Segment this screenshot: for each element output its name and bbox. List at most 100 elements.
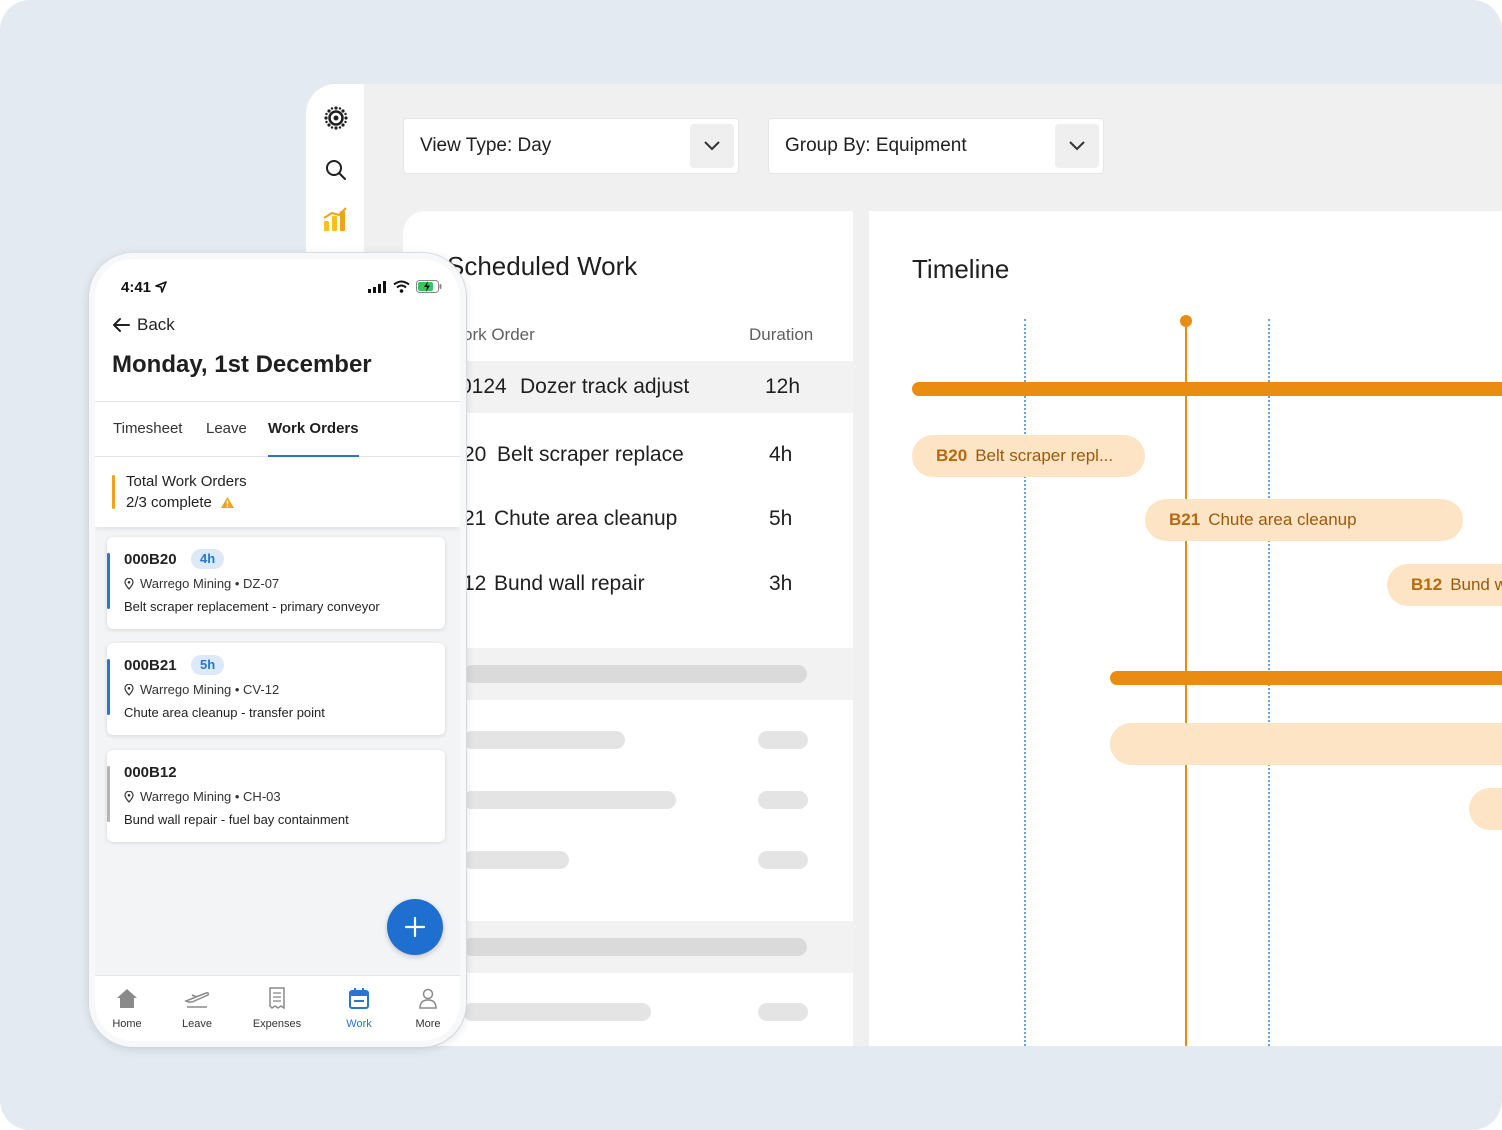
- timeline-item-id: B20: [936, 446, 968, 465]
- timeline-placeholder-pill: [1469, 788, 1502, 830]
- back-label: Back: [137, 315, 175, 334]
- summary-status: 2/3 complete: [126, 494, 235, 511]
- skeleton-bar: [758, 1003, 808, 1021]
- timeline-item-desc: Belt scraper repl...: [975, 446, 1114, 465]
- card-location: Warrego Mining • DZ-07: [124, 576, 279, 591]
- timeline-item-b21[interactable]: B21 Chute area cleanup: [1145, 499, 1463, 541]
- work-order-column-header: ork Order: [463, 325, 535, 344]
- current-time-marker: [1180, 315, 1192, 327]
- nav-label: Leave: [182, 1018, 212, 1030]
- card-description: Belt scraper replacement - primary conve…: [124, 599, 380, 614]
- card-accent: [107, 553, 110, 609]
- wifi-icon: [393, 280, 410, 293]
- tab-leave[interactable]: Leave: [206, 420, 247, 437]
- card-id: 000B20: [124, 551, 177, 568]
- arrow-left-icon: [113, 318, 130, 332]
- work-order-duration: 3h: [769, 572, 793, 595]
- card-accent: [107, 659, 110, 715]
- work-order-id: 0124: [460, 375, 507, 398]
- card-location: Warrego Mining • CV-12: [124, 682, 279, 697]
- summary-status-text: 2/3 complete: [126, 494, 212, 511]
- card-location-text: Warrego Mining • CV-12: [140, 682, 280, 697]
- timeline-placeholder-pill: [1110, 723, 1502, 765]
- tab-work-orders[interactable]: Work Orders: [268, 420, 359, 437]
- card-description: Chute area cleanup - transfer point: [124, 705, 325, 720]
- phone-tab-bar: Timesheet Leave Work Orders: [95, 401, 460, 458]
- work-order-duration: 5h: [769, 507, 793, 530]
- work-order-row[interactable]: 0124 Dozer track adjust 12h: [403, 361, 853, 413]
- receipt-icon: [269, 987, 285, 1010]
- work-order-duration: 12h: [765, 375, 801, 398]
- page-title: Monday, 1st December: [112, 351, 372, 378]
- work-order-desc: Chute area cleanup: [494, 507, 678, 530]
- chevron-down-icon[interactable]: [690, 124, 734, 168]
- work-order-row[interactable]: 12 Bund wall repair 3h: [403, 558, 853, 610]
- plane-icon: [184, 992, 209, 1008]
- warning-icon: [220, 497, 234, 508]
- card-location-text: Warrego Mining • DZ-07: [140, 576, 280, 591]
- group-by-select[interactable]: Group By: Equipment: [768, 118, 1104, 174]
- timeline-gridline: [1024, 319, 1026, 1046]
- timeline-bar[interactable]: [912, 382, 1502, 396]
- nav-expenses[interactable]: Expenses: [245, 984, 309, 1030]
- nav-label: Home: [112, 1018, 142, 1030]
- work-order-row[interactable]: 20 Belt scraper replace 4h: [403, 429, 853, 481]
- nav-more[interactable]: More: [396, 984, 460, 1030]
- person-icon: [419, 988, 437, 1009]
- skeleton-bar: [758, 791, 808, 809]
- skeleton-bar: [463, 851, 569, 869]
- status-icons: [367, 280, 442, 293]
- duration-badge: 4h: [191, 549, 225, 569]
- nav-work[interactable]: Work: [327, 984, 391, 1030]
- work-order-card[interactable]: 000B21 5h Warrego Mining • CV-12 Chute a…: [107, 643, 445, 735]
- skeleton-bar: [758, 731, 808, 749]
- duration-badge: 5h: [191, 655, 225, 675]
- nav-leave[interactable]: Leave: [165, 984, 229, 1030]
- chevron-down-icon[interactable]: [1055, 124, 1099, 168]
- timeline-item-b12[interactable]: B12 Bund w: [1387, 564, 1502, 606]
- add-work-order-button[interactable]: [387, 899, 443, 955]
- group-by-label: Group By: Equipment: [785, 135, 967, 156]
- home-icon: [117, 989, 137, 1008]
- scheduled-work-panel: Scheduled Work ork Order Duration 0124 D…: [403, 211, 853, 1046]
- analytics-icon[interactable]: [322, 206, 350, 234]
- work-order-id: 20: [463, 443, 487, 466]
- work-order-card[interactable]: 000B12 Warrego Mining • CH-03 Bund wall …: [107, 750, 445, 842]
- timeline-bar[interactable]: [1110, 671, 1502, 685]
- work-order-desc: Dozer track adjust: [520, 375, 690, 398]
- card-location-text: Warrego Mining • CH-03: [140, 789, 281, 804]
- nav-home[interactable]: Home: [95, 984, 159, 1030]
- card-accent: [107, 766, 110, 822]
- search-icon[interactable]: [322, 156, 350, 184]
- timeline-item-id: B21: [1169, 510, 1201, 529]
- map-pin-icon: [124, 577, 134, 590]
- signal-icon: [368, 280, 386, 293]
- skeleton-bar: [463, 791, 676, 809]
- work-order-id: 12: [463, 572, 487, 595]
- card-description: Bund wall repair - fuel bay containment: [124, 812, 349, 827]
- summary-title: Total Work Orders: [126, 473, 247, 490]
- battery-icon: [416, 280, 442, 293]
- card-location: Warrego Mining • CH-03: [124, 789, 281, 804]
- skeleton-bar: [463, 665, 807, 683]
- mobile-app: 4:41 Back Monday, 1st December Timesheet…: [89, 253, 466, 1047]
- desktop-app: View Type: Day Group By: Equipment Sched…: [306, 84, 1502, 1046]
- back-button[interactable]: Back: [111, 315, 175, 335]
- scheduled-work-title: Scheduled Work: [447, 251, 638, 281]
- timeline-item-id: B12: [1411, 575, 1443, 594]
- duration-column-header: Duration: [749, 325, 814, 344]
- nav-label: Work: [346, 1018, 372, 1030]
- timeline-item-b20[interactable]: B20 Belt scraper repl...: [912, 435, 1145, 477]
- work-order-card[interactable]: 000B20 4h Warrego Mining • DZ-07 Belt sc…: [107, 537, 445, 629]
- timeline-title: Timeline: [912, 254, 1010, 284]
- view-type-select[interactable]: View Type: Day: [403, 118, 739, 174]
- skeleton-bar: [463, 731, 625, 749]
- tab-timesheet[interactable]: Timesheet: [113, 420, 182, 437]
- work-order-id: 21: [463, 507, 487, 530]
- app-logo-icon[interactable]: [322, 104, 350, 132]
- timeline-panel: Timeline B20 Belt scraper repl... B21 Ch…: [869, 211, 1502, 1046]
- nav-label: Expenses: [252, 1018, 302, 1030]
- work-order-row[interactable]: 21 Chute area cleanup 5h: [403, 493, 853, 545]
- view-type-label: View Type: Day: [420, 135, 552, 156]
- summary-accent: [112, 475, 115, 509]
